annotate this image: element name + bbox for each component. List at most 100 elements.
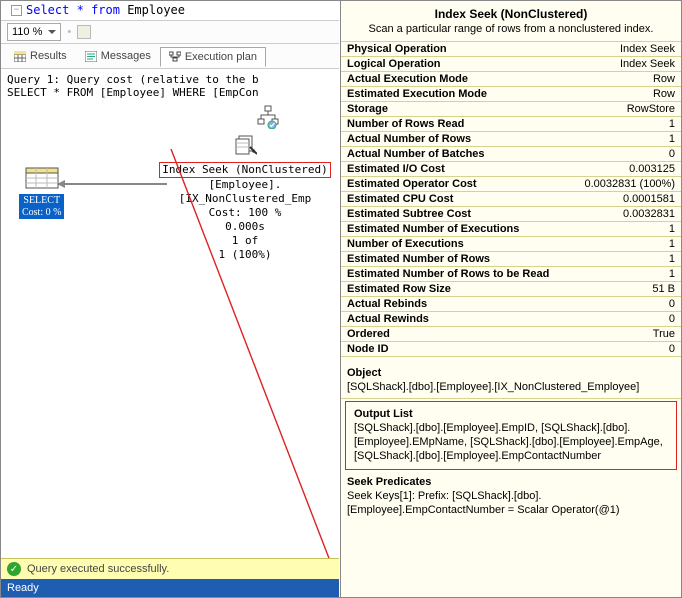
tooltip-row-value: Index Seek (620, 58, 675, 70)
thumbnail-icon[interactable] (77, 25, 91, 39)
node-rows2: 1 (100%) (151, 248, 339, 262)
tooltip-row-value: 1 (669, 133, 675, 145)
tooltip-row: Estimated Operator Cost 0.0032831 (100%) (341, 177, 681, 192)
zoom-bar: 110 % • (1, 21, 339, 44)
tooltip-row-key: Actual Execution Mode (347, 73, 468, 85)
tooltip-row: Estimated I/O Cost 0.003125 (341, 162, 681, 177)
tooltip-row-value: Row (653, 73, 675, 85)
status-bar: ✓ Query executed successfully. (1, 558, 339, 579)
node-title: Index Seek (NonClustered) (159, 162, 331, 178)
tooltip-row-value: 0.0032831 (100%) (584, 178, 675, 190)
tooltip-row-key: Actual Rewinds (347, 313, 429, 325)
tooltip-row: Logical Operation Index Seek (341, 57, 681, 72)
tab-messages[interactable]: Messages (76, 46, 160, 66)
operator-tooltip: Index Seek (NonClustered) Scan a particu… (340, 1, 681, 597)
tooltip-row-key: Estimated Row Size (347, 283, 451, 295)
fold-icon[interactable]: − (11, 5, 22, 16)
tooltip-row-key: Logical Operation (347, 58, 441, 70)
tooltip-row-value: RowStore (627, 103, 675, 115)
tooltip-row-value: Row (653, 88, 675, 100)
tooltip-row: Number of Rows Read1 (341, 117, 681, 132)
grid-icon (14, 51, 26, 62)
plan-icon (169, 51, 181, 62)
tooltip-subtitle: Scan a particular range of rows from a n… (341, 23, 681, 42)
tooltip-row: Ordered True (341, 327, 681, 342)
node-cost: Cost: 100 % (151, 206, 339, 220)
tooltip-row: Estimated Subtree Cost 0.0032831 (341, 207, 681, 222)
tooltip-row-key: Estimated Operator Cost (347, 178, 477, 190)
success-icon: ✓ (7, 562, 21, 576)
tooltip-row-value: 0 (669, 298, 675, 310)
tooltip-row: Node ID 0 (341, 342, 681, 357)
execution-plan-canvas[interactable]: Query 1: Query cost (relative to the b S… (1, 69, 339, 558)
tooltip-row: Actual Number of Batches 0 (341, 147, 681, 162)
tooltip-row-value: True (653, 328, 675, 340)
section-body: [SQLShack].[dbo].[Employee].[IX_NonClust… (341, 380, 681, 398)
tooltip-row-value: 1 (669, 268, 675, 280)
tooltip-row-value: 1 (669, 253, 675, 265)
tab-label: Results (30, 50, 67, 62)
tooltip-row: Estimated Number of Rows1 (341, 252, 681, 267)
ready-label: Ready (7, 582, 39, 594)
section-title: Object (341, 363, 681, 380)
tooltip-row-value: 1 (669, 238, 675, 250)
ready-bar: Ready (1, 579, 339, 597)
tooltip-row-key: Ordered (347, 328, 390, 340)
tooltip-row-value: 1 (669, 223, 675, 235)
tooltip-row: Actual Execution Mode Row (341, 72, 681, 87)
index-seek-icon (233, 133, 257, 157)
tooltip-row-key: Actual Number of Rows (347, 133, 471, 145)
tooltip-row-key: Estimated Subtree Cost (347, 208, 471, 220)
tooltip-row-value: 0.0001581 (623, 193, 675, 205)
editor-pane: −Select * from Employee 110 % • Results … (1, 1, 339, 597)
plan-query-header: Query 1: Query cost (relative to the b S… (1, 69, 339, 101)
zoom-dropdown[interactable]: 110 % (7, 23, 61, 41)
node-rows1: 1 of (151, 234, 339, 248)
tooltip-output-highlight: Output List [SQLShack].[dbo].[Employee].… (345, 401, 677, 470)
tooltip-row-value: 0.0032831 (623, 208, 675, 220)
tab-results[interactable]: Results (5, 46, 76, 66)
tooltip-row-value: 0.003125 (629, 163, 675, 175)
tooltip-row: Number of Executions1 (341, 237, 681, 252)
node-object: [Employee].[IX_NonClustered_Emp (151, 178, 339, 206)
tab-execution-plan[interactable]: Execution plan (160, 47, 266, 67)
tooltip-row-value: Index Seek (620, 43, 675, 55)
tab-label: Execution plan (185, 51, 257, 63)
tooltip-row-key: Estimated Execution Mode (347, 88, 487, 100)
tooltip-row-key: Physical Operation (347, 43, 447, 55)
tooltip-title: Index Seek (NonClustered) (341, 1, 681, 23)
messages-icon (85, 51, 97, 62)
tooltip-seek-section: Seek Predicates Seek Keys[1]: Prefix: [S… (341, 472, 681, 521)
sql-editor[interactable]: −Select * from Employee (1, 1, 339, 21)
section-title: Output List (348, 404, 674, 421)
node-cost: Cost: 0 % (19, 207, 64, 219)
tooltip-row-key: Actual Number of Batches (347, 148, 485, 160)
tooltip-row: Estimated Number of Executions 1 (341, 222, 681, 237)
plan-root-icon (256, 105, 280, 129)
tooltip-row: Estimated Execution Mode Row (341, 87, 681, 102)
tooltip-row-key: Estimated I/O Cost (347, 163, 445, 175)
node-time: 0.000s (151, 220, 339, 234)
tooltip-row-key: Storage (347, 103, 388, 115)
tooltip-row-value: 51 B (652, 283, 675, 295)
tooltip-row: Storage RowStore (341, 102, 681, 117)
tooltip-row-key: Estimated CPU Cost (347, 193, 453, 205)
tooltip-row-value: 0 (669, 148, 675, 160)
tooltip-row-key: Estimated Number of Rows to be Read (347, 268, 549, 280)
node-label: SELECT (19, 194, 64, 207)
tooltip-row: Estimated Row Size 51 B (341, 282, 681, 297)
tooltip-row-key: Estimated Number of Executions (347, 223, 519, 235)
tooltip-row-key: Node ID (347, 343, 389, 355)
tooltip-object-section: Object [SQLShack].[dbo].[Employee].[IX_N… (341, 363, 681, 399)
tooltip-row-value: 0 (669, 343, 675, 355)
tooltip-row: Actual Number of Rows 1 (341, 132, 681, 147)
tooltip-row: Physical Operation Index Seek (341, 42, 681, 57)
section-title: Seek Predicates (341, 472, 681, 489)
status-message: Query executed successfully. (27, 563, 169, 575)
plan-node-index-seek[interactable]: Index Seek (NonClustered) [Employee].[IX… (151, 133, 339, 262)
plan-node-select[interactable]: SELECT Cost: 0 % (19, 167, 64, 219)
table-icon (25, 167, 59, 189)
tooltip-row-key: Number of Rows Read (347, 118, 464, 130)
tooltip-row: Actual Rewinds0 (341, 312, 681, 327)
result-tabs: Results Messages Execution plan (1, 44, 339, 69)
